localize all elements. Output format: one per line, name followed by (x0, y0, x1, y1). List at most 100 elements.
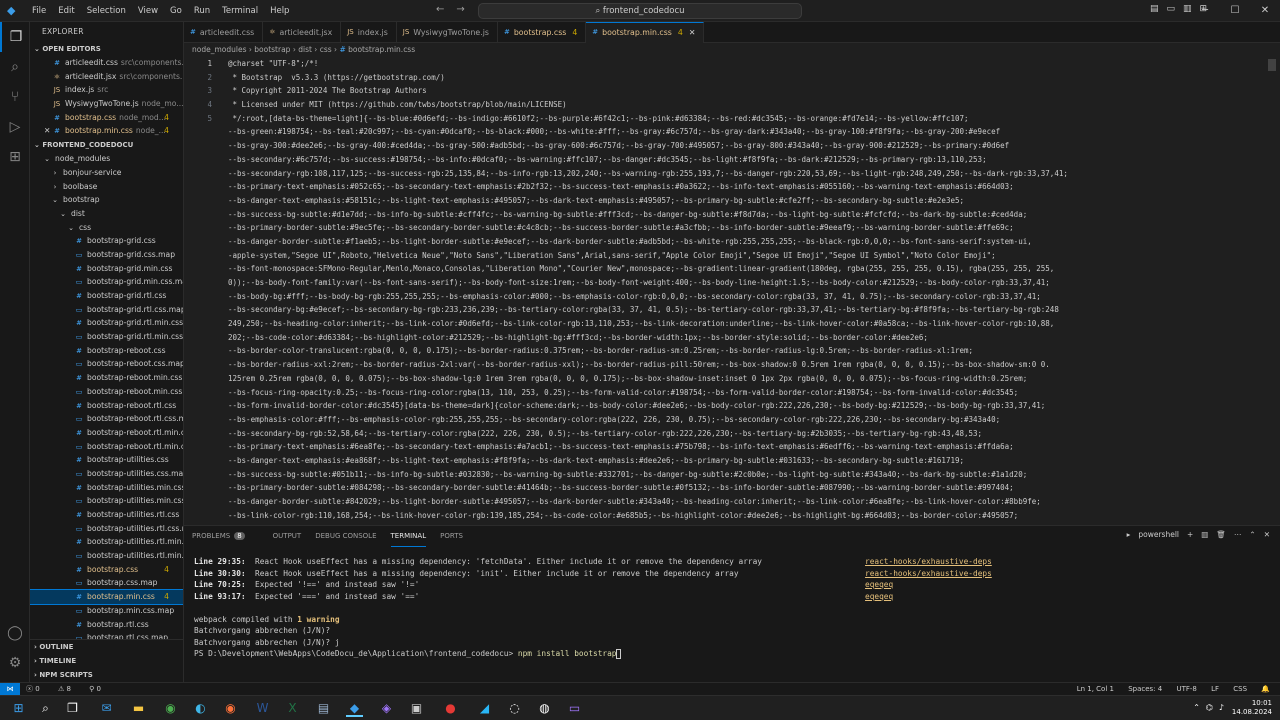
firefox-icon[interactable]: ◉ (222, 700, 239, 717)
settings-gear-icon[interactable]: ⚙ (0, 648, 30, 678)
taskbar-clock[interactable]: 10:01 14.08.2024 (1232, 699, 1272, 717)
tree-item[interactable]: # bootstrap-utilities.rtl.min.css (30, 535, 183, 549)
lint-rule-link[interactable]: react-hooks/exhaustive-deps (865, 569, 992, 578)
add-terminal-icon[interactable]: + (1187, 530, 1193, 539)
editor-scrollbar[interactable] (1268, 59, 1276, 71)
encoding[interactable]: UTF-8 (1176, 685, 1196, 693)
tree-item[interactable]: # bootstrap-grid.css (30, 234, 183, 248)
end-of-line[interactable]: LF (1211, 685, 1219, 693)
tree-item[interactable]: › bonjour-service (30, 166, 183, 180)
tree-item[interactable]: ▭ bootstrap-grid.css.map (30, 248, 183, 262)
tree-item[interactable]: ▭ bootstrap-reboot.rtl.min.css.map (30, 440, 183, 454)
sidebar-section-outline[interactable]: › OUTLINE (30, 640, 183, 654)
tree-item[interactable]: # bootstrap-utilities.min.css (30, 481, 183, 495)
close-tab-icon[interactable]: ✕ (689, 22, 696, 43)
minimize-icon[interactable]: ─ (1190, 0, 1220, 22)
network-icon[interactable]: ⌬ (1206, 703, 1213, 712)
tree-item[interactable]: ▭ bootstrap-grid.min.css.map (30, 275, 183, 289)
project-section[interactable]: ⌄ FRONTEND_CODEDOCU (30, 138, 183, 152)
toggle-panel-icon[interactable]: ▭ (1167, 4, 1176, 14)
source-control-icon[interactable]: ⑂ (0, 82, 30, 112)
tree-item[interactable]: # bootstrap-reboot.rtl.min.css (30, 426, 183, 440)
open-editor-item[interactable]: # bootstrap.css node_mod... 4 (30, 111, 183, 125)
ports-indicator[interactable]: ⚲ 0 (89, 685, 109, 693)
language-mode[interactable]: CSS (1233, 685, 1247, 693)
trash-icon[interactable]: 🗑 (1216, 530, 1226, 539)
whatsapp-icon[interactable]: ◌ (506, 700, 523, 717)
lint-rule-link[interactable]: eqeqeq (865, 592, 893, 601)
toggle-sidebar-icon[interactable]: ▤ (1150, 4, 1159, 14)
tree-item[interactable]: ▭ bootstrap-grid.rtl.min.css.map (30, 330, 183, 344)
split-terminal-icon[interactable]: ▥ (1201, 530, 1208, 539)
tree-item[interactable]: ⌄ node_modules (30, 152, 183, 166)
back-arrow-icon[interactable]: ← (436, 4, 444, 15)
tree-item[interactable]: # bootstrap-reboot.css (30, 344, 183, 358)
open-editor-item[interactable]: ⚛ articleedit.jsx src\components... (30, 70, 183, 84)
tree-item[interactable]: ▭ bootstrap-reboot.min.css.map (30, 385, 183, 399)
panel-tab-problems[interactable]: PROBLEMS 8 (192, 526, 259, 546)
account-icon[interactable]: ◯ (0, 618, 30, 648)
tree-item[interactable]: ▭ bootstrap-grid.rtl.css.map (30, 303, 183, 317)
file-explorer-icon[interactable]: ▬ (130, 700, 147, 717)
visual-studio-icon[interactable]: ◈ (378, 700, 395, 717)
tree-item[interactable]: # bootstrap-grid.rtl.min.css (30, 316, 183, 330)
tree-item[interactable]: ▭ bootstrap-utilities.rtl.min.css.map (30, 549, 183, 563)
terminal-command[interactable]: npm install bootstrap (518, 649, 617, 658)
tree-item[interactable]: # bootstrap-utilities.css (30, 453, 183, 467)
tree-item[interactable]: ⌄ bootstrap (30, 193, 183, 207)
vscode-taskbar-icon[interactable]: ◆ (346, 700, 363, 717)
word-icon[interactable]: W (254, 700, 271, 717)
chrome-icon[interactable]: ◉ (162, 700, 179, 717)
breadcrumb-item[interactable]: bootstrap (254, 45, 290, 54)
forward-arrow-icon[interactable]: → (456, 4, 464, 15)
tab-articleedit-css[interactable]: # articleedit.css (184, 21, 264, 43)
tree-item[interactable]: ▭ bootstrap-reboot.css.map (30, 357, 183, 371)
close-icon[interactable]: ✕ (1250, 0, 1280, 22)
excel-icon[interactable]: X (284, 700, 301, 717)
more-actions-icon[interactable]: ⋯ (1234, 530, 1242, 539)
maximize-icon[interactable]: ☐ (1220, 0, 1250, 22)
breadcrumb-item[interactable]: node_modules (192, 45, 246, 54)
tree-item[interactable]: ▭ bootstrap-utilities.rtl.css.map (30, 522, 183, 536)
open-editor-item[interactable]: JS WysiwygTwoTone.js node_mo... (30, 97, 183, 111)
tree-item[interactable]: ▭ bootstrap-reboot.rtl.css.map (30, 412, 183, 426)
tree-item[interactable]: ▭ bootstrap-utilities.css.map (30, 467, 183, 481)
cursor-position[interactable]: Ln 1, Col 1 (1077, 685, 1114, 693)
code-editor[interactable]: 1 2 3 4 5 @charset "UTF-8";/*! * Bootstrap v… (184, 57, 1280, 525)
panel-tab-terminal[interactable]: TERMINAL (390, 526, 427, 547)
breadcrumb-item[interactable]: bootstrap.min.css (348, 45, 415, 54)
remote-icon[interactable]: ⋈ (0, 683, 20, 695)
tab-wysiwygtwotone-js[interactable]: JS WysiwygTwoTone.js (397, 21, 498, 43)
terminal-output[interactable]: Line 29:35: React Hook useEffect has a m… (194, 556, 1274, 660)
tree-item[interactable]: ▭ bootstrap-utilities.min.css.map (30, 494, 183, 508)
extensions-icon[interactable]: ⊞ (0, 142, 30, 172)
panel-tab-ports[interactable]: PORTS (440, 526, 463, 546)
close-panel-icon[interactable]: ✕ (1264, 530, 1270, 539)
tree-item[interactable]: # bootstrap.rtl.css (30, 618, 183, 632)
task-view-icon[interactable]: ❐ (64, 700, 81, 717)
tab-bootstrap-css[interactable]: # bootstrap.css 4 (498, 21, 587, 43)
tree-item[interactable]: # bootstrap-grid.min.css (30, 262, 183, 276)
taskbar-search-icon[interactable]: ⌕ (37, 700, 54, 717)
tree-item[interactable]: # bootstrap-reboot.min.css (30, 371, 183, 385)
tree-item[interactable]: # bootstrap-grid.rtl.css (30, 289, 183, 303)
explorer-icon[interactable]: ❐ (0, 22, 30, 52)
tree-item[interactable]: # bootstrap.min.css 4 (30, 589, 183, 605)
app-icon[interactable]: ▣ (408, 700, 425, 717)
terminal-app-icon[interactable]: ▭ (566, 700, 583, 717)
menu-help[interactable]: Help (264, 0, 295, 22)
azure-tool-icon[interactable]: ◢ (476, 700, 493, 717)
panel-tab-output[interactable]: OUTPUT (273, 526, 302, 546)
errors-indicator[interactable]: ⓧ 0 (26, 685, 48, 693)
menu-selection[interactable]: Selection (81, 0, 132, 22)
indentation[interactable]: Spaces: 4 (1128, 685, 1162, 693)
warnings-indicator[interactable]: ⚠ 8 (58, 685, 79, 693)
volume-icon[interactable]: ♪ (1219, 703, 1224, 712)
sidebar-section-timeline[interactable]: › TIMELINE (30, 654, 183, 668)
tab-index-js[interactable]: JS index.js (341, 21, 397, 43)
github-icon[interactable]: ◍ (536, 700, 553, 717)
lint-rule-link[interactable]: react-hooks/exhaustive-deps (865, 557, 992, 566)
notifications-bell-icon[interactable]: 🔔 (1261, 685, 1270, 693)
outlook-icon[interactable]: ✉ (98, 700, 115, 717)
open-editor-item[interactable]: ✕ # bootstrap.min.css node_... 4 (30, 124, 183, 138)
